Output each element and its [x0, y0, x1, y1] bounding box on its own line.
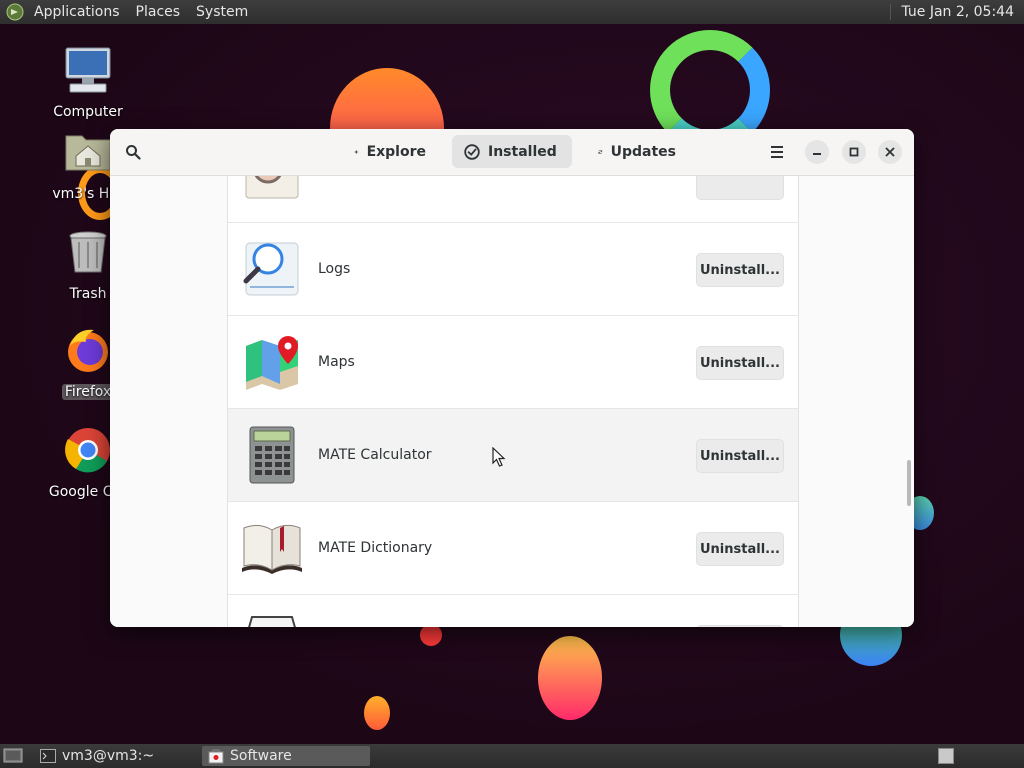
image-viewer-icon [245, 176, 299, 199]
uninstall-button[interactable]: Uninstall... [696, 532, 784, 566]
tab-installed[interactable]: Installed [452, 135, 572, 168]
taskbar-item-software[interactable]: Software [202, 746, 370, 766]
logs-icon [243, 242, 299, 296]
places-menu[interactable]: Places [128, 0, 189, 24]
desktop-icon-label: Firefox [61, 384, 115, 400]
uninstall-button[interactable] [696, 625, 784, 627]
dictionary-icon [242, 524, 302, 574]
scrollbar-thumb[interactable] [907, 460, 911, 506]
search-button[interactable] [118, 137, 148, 167]
terminal-icon [40, 749, 56, 763]
taskbar-item-terminal[interactable]: vm3@vm3:~ [34, 746, 199, 766]
explore-icon [354, 149, 359, 154]
desktop-icon-label: Computer [53, 104, 123, 120]
check-circle-icon [464, 143, 480, 160]
tab-label: Installed [488, 143, 557, 160]
main-menu-button[interactable] [762, 137, 792, 167]
app-row[interactable] [228, 595, 798, 627]
task-label: vm3@vm3:~ [62, 748, 155, 764]
uninstall-button[interactable]: Uninstall... [696, 253, 784, 287]
app-row-maps[interactable]: Maps Uninstall... [228, 316, 798, 409]
app-row[interactable] [228, 176, 798, 223]
app-row-logs[interactable]: Logs Uninstall... [228, 223, 798, 316]
applications-menu[interactable]: Applications [26, 0, 128, 24]
decor-blob [420, 624, 442, 646]
close-icon [885, 147, 895, 157]
home-folder-icon [65, 135, 111, 171]
minimize-icon [813, 153, 821, 155]
tab-label: Explore [366, 143, 426, 160]
chrome-icon [65, 428, 110, 473]
top-panel: Applications Places System Tue Jan 2, 05… [0, 0, 1024, 24]
search-icon [126, 145, 141, 160]
decor-blob [364, 696, 390, 730]
workspace-switcher[interactable] [938, 748, 954, 764]
bottom-panel: vm3@vm3:~ Software [0, 744, 1024, 768]
app-name: Maps [318, 354, 355, 370]
mouse-pointer-icon [492, 447, 506, 467]
clock[interactable]: Tue Jan 2, 05:44 [890, 4, 1024, 20]
installed-apps-view[interactable]: Logs Uninstall... Maps Uninstall... MATE… [110, 176, 914, 627]
app-list: Logs Uninstall... Maps Uninstall... MATE… [227, 176, 799, 627]
software-icon [208, 749, 224, 764]
close-button[interactable] [878, 140, 902, 164]
app-row-mate-dictionary[interactable]: MATE Dictionary Uninstall... [228, 502, 798, 595]
app-name: MATE Dictionary [318, 540, 433, 556]
maximize-button[interactable] [842, 140, 866, 164]
trash-icon [69, 231, 107, 273]
system-menu[interactable]: System [188, 0, 256, 24]
computer-icon [65, 47, 111, 93]
decor-blob [538, 636, 602, 720]
refresh-icon [598, 149, 603, 154]
tab-label: Updates [610, 143, 676, 160]
show-desktop-icon[interactable] [2, 746, 24, 766]
header-bar: Explore Installed Updates [110, 129, 914, 176]
task-label: Software [230, 748, 292, 764]
minimize-button[interactable] [805, 140, 829, 164]
maps-icon [246, 336, 298, 390]
firefox-icon [68, 329, 108, 372]
app-name: MATE Calculator [318, 447, 432, 463]
disk-icon [248, 616, 296, 627]
uninstall-button[interactable] [696, 176, 784, 200]
desktop-icon-computer[interactable]: Computer [40, 44, 136, 120]
tab-updates[interactable]: Updates [586, 135, 688, 168]
hamburger-menu-icon [771, 146, 783, 158]
mate-logo-icon[interactable] [6, 3, 24, 21]
calculator-icon [249, 426, 295, 484]
maximize-icon [849, 147, 859, 157]
tab-explore[interactable]: Explore [342, 135, 438, 168]
uninstall-button[interactable]: Uninstall... [696, 346, 784, 380]
app-name: Logs [318, 261, 351, 277]
software-window: Explore Installed Updates Logs Uninstall… [110, 129, 914, 627]
app-row-mate-calculator[interactable]: MATE Calculator Uninstall... [228, 409, 798, 502]
uninstall-button[interactable]: Uninstall... [696, 439, 784, 473]
